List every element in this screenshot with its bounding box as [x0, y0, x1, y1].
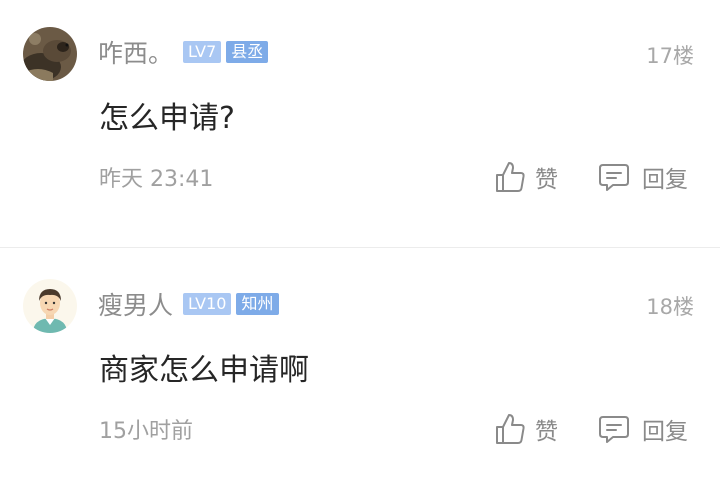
comment-item: 咋西。 LV7 县丞 17楼 怎么申请? 昨天 23:41 赞 回复 [0, 0, 720, 247]
like-button[interactable]: 赞 [494, 412, 558, 446]
timestamp: 15小时前 [99, 419, 193, 444]
level-badge: LV7 [183, 41, 222, 63]
avatar[interactable] [23, 279, 77, 333]
comment-bubble-icon [599, 416, 629, 443]
like-label: 赞 [535, 167, 558, 193]
timestamp: 昨天 23:41 [99, 167, 214, 192]
floor-number: 17楼 [646, 44, 694, 68]
divider [0, 247, 720, 248]
reply-label: 回复 [642, 419, 688, 445]
title-badge: 县丞 [226, 41, 269, 63]
comment-item: 瘦男人 LV10 知州 18楼 商家怎么申请啊 15小时前 赞 回复 [0, 249, 720, 495]
comment-text: 商家怎么申请啊 [99, 353, 309, 388]
thumbs-up-icon [496, 414, 525, 444]
thumbs-up-icon [496, 162, 525, 192]
username[interactable]: 瘦男人 [98, 286, 173, 322]
username[interactable]: 咋西。 [98, 34, 173, 70]
comment-bubble-icon [599, 164, 629, 191]
title-badge: 知州 [236, 293, 279, 315]
comment-text: 怎么申请? [99, 101, 235, 136]
user-info: 咋西。 LV7 县丞 [98, 34, 273, 70]
reply-button[interactable]: 回复 [598, 160, 688, 194]
avatar[interactable] [23, 27, 77, 81]
user-info: 瘦男人 LV10 知州 [98, 286, 284, 322]
like-button[interactable]: 赞 [494, 160, 558, 194]
like-label: 赞 [535, 419, 558, 445]
reply-button[interactable]: 回复 [598, 412, 688, 446]
reply-label: 回复 [642, 167, 688, 193]
level-badge: LV10 [183, 293, 232, 315]
floor-number: 18楼 [646, 295, 694, 319]
